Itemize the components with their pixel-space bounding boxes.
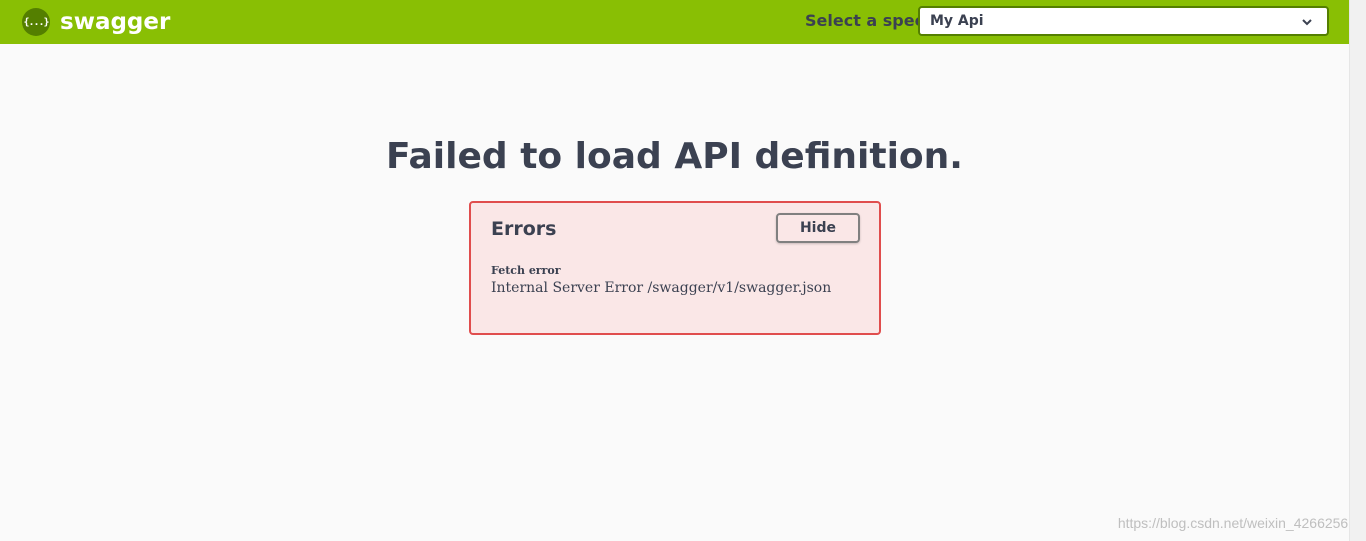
scrollbar[interactable]: [1349, 0, 1366, 541]
spec-select-value: My Api: [930, 13, 984, 29]
watermark: https://blog.csdn.net/weixin_42662567: [1117, 515, 1356, 531]
swagger-logo-icon: {...}: [22, 8, 50, 36]
swagger-logo[interactable]: {...} swagger: [22, 8, 170, 36]
logo-text: swagger: [60, 9, 171, 35]
errors-panel: Errors Hide Fetch error Internal Server …: [469, 201, 881, 335]
error-message: Internal Server Error /swagger/v1/swagge…: [491, 280, 832, 296]
error-type: Fetch error: [491, 264, 561, 277]
errors-title: Errors: [491, 218, 557, 240]
spec-select[interactable]: My Api: [918, 6, 1329, 36]
topbar: {...} swagger Select a spec My Api: [0, 0, 1349, 44]
chevron-down-icon: [1302, 19, 1312, 26]
page-title: Failed to load API definition.: [386, 136, 963, 177]
page: {...} swagger Select a spec My Api Faile…: [0, 0, 1366, 541]
select-spec-label: Select a spec: [805, 11, 925, 30]
hide-button[interactable]: Hide: [776, 213, 860, 243]
